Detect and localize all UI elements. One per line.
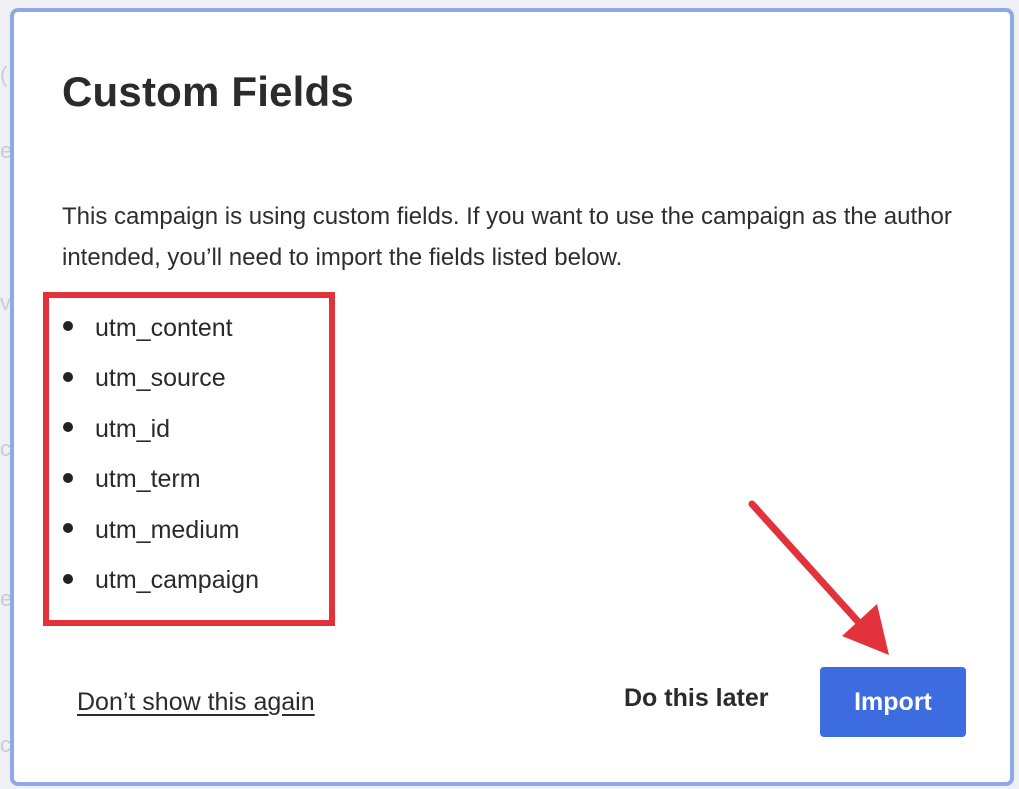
dialog-description: This campaign is using custom fields. If… (62, 203, 952, 271)
dont-show-again-link[interactable]: Don’t show this again (77, 688, 315, 717)
dialog-title: Custom Fields (62, 68, 354, 115)
backdrop-fragment: ( (0, 62, 8, 87)
import-button[interactable]: Import (820, 667, 966, 737)
do-this-later-button[interactable]: Do this later (624, 684, 768, 713)
fields-highlight-box (43, 292, 335, 626)
custom-fields-dialog: Custom Fields This campaign is using cus… (10, 8, 1014, 786)
